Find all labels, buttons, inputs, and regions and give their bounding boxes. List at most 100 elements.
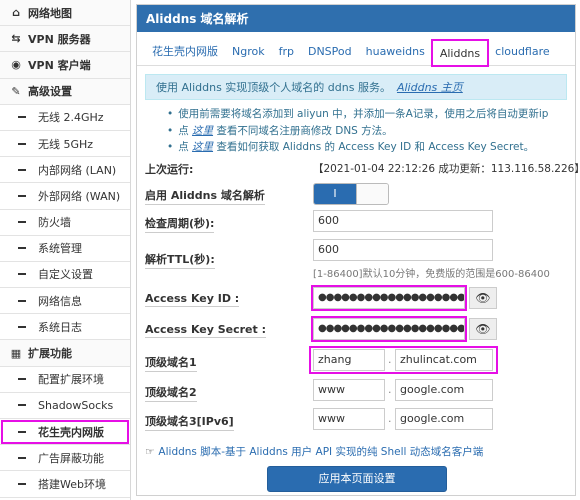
sidebar-item-label: 网络地图	[28, 6, 72, 20]
bullet-icon: •	[167, 141, 174, 153]
note-text: 点	[178, 124, 189, 137]
sidebar-item[interactable]: 系统管理	[0, 236, 130, 262]
domain3-domain-input[interactable]: google.com	[395, 408, 493, 430]
domain2-host-input[interactable]: www	[313, 379, 385, 401]
key-secret-row: Access Key Secret : ●●●●●●●●●●●●●●●●●●●●…	[145, 316, 569, 344]
sidebar-item[interactable]: 广告屏蔽功能	[0, 445, 130, 472]
sidebar-item-label: 网络信息	[38, 294, 82, 308]
info-text: 使用 Aliddns 实现顶级个人域名的 ddns 服务。	[156, 81, 391, 94]
sidebar-item[interactable]: 无线 5GHz	[0, 131, 130, 158]
dash-icon	[18, 221, 26, 224]
tab-item[interactable]: 花生壳内网版	[145, 39, 225, 65]
sidebar-item[interactable]: 系统日志	[0, 314, 130, 341]
sidebar-item[interactable]: ⇆ VPN 服务器	[0, 26, 130, 53]
tab-bar: 花生壳内网版 Ngrok frp DNSPod huaweidns Aliddns clou…	[137, 32, 575, 67]
show-password-button[interactable]: 👁	[469, 287, 497, 309]
sidebar-item-label: 外部网络 (WAN)	[38, 189, 121, 203]
dash-icon	[18, 273, 26, 276]
ttl-hint: [1-86400]默认10分钟，免费版的范围是600-86400	[313, 269, 550, 280]
note-text: 点	[178, 141, 189, 153]
sidebar: ⌂ 网络地图 ⇆ VPN 服务器 ◉ VPN 客户端 ✎ 高级设置无线 2.4GHz 无线 5G…	[0, 0, 131, 500]
dash-icon	[18, 194, 26, 197]
sidebar-item[interactable]: ⌂ 网络地图	[0, 0, 130, 27]
note-item: • 点 这里 查看不同域名注册商修改 DNS 方法。	[167, 123, 575, 140]
tab-item[interactable]: Aliddns	[430, 39, 490, 67]
info-banner: 使用 Aliddns 实现顶级个人域名的 ddns 服务。 Aliddns 主页	[145, 74, 567, 100]
sidebar-item[interactable]: ShadowSocks	[0, 393, 130, 419]
domain3-host-input[interactable]: www	[313, 408, 385, 430]
tab-item[interactable]: DNSPod	[301, 39, 359, 65]
last-run-row: 上次运行: 【2021-01-04 22:12:26 成功更新：113.116.…	[145, 161, 580, 179]
sidebar-item-label: 广告屏蔽功能	[38, 451, 104, 465]
interval-input[interactable]: 600	[313, 210, 493, 232]
domain-separator: .	[388, 412, 392, 425]
domain1-row: 顶级域名1 zhang . zhulincat.com	[145, 346, 569, 375]
globe-icon: ◉	[11, 58, 21, 72]
ttl-row: 解析TTL(秒): 600 [1-86400]默认10分钟，免费版的范围是600…	[145, 239, 569, 280]
sidebar-item-label: 防火墙	[38, 216, 71, 230]
sidebar-item-label: 内部网络 (LAN)	[38, 163, 117, 177]
sidebar-item-label: 系统管理	[38, 242, 82, 256]
domain-separator: .	[388, 353, 392, 366]
panel-title: Aliddns 域名解析	[137, 5, 575, 32]
sidebar-item-label: 高级设置	[28, 85, 72, 99]
sidebar-item[interactable]: ▦ 扩展功能	[0, 340, 130, 367]
sidebar-item[interactable]: 网络信息	[0, 288, 130, 315]
sidebar-item-label: 搭建Web环境	[38, 477, 106, 491]
sidebar-item-label: VPN 服务器	[28, 32, 91, 46]
sidebar-item[interactable]: 配置扩展环境	[0, 367, 130, 393]
notes-list: • 使用前需要将域名添加到 aliyun 中，并添加一条A记录，使用之后将自动更新…	[167, 106, 575, 156]
domain2-row: 顶级域名2 www . google.com	[145, 379, 569, 405]
enable-label: 启用 Aliddns 域名解析	[145, 187, 265, 205]
tab-item[interactable]: cloudflare	[488, 39, 557, 65]
sidebar-item-label: 无线 5GHz	[38, 137, 94, 151]
sidebar-item[interactable]: 防火墙	[0, 210, 130, 236]
sidebar-item-label: 配置扩展环境	[38, 373, 104, 387]
script-note-text[interactable]: Aliddns 脚本-基于 Aliddns 用户 API 实现的纯 Shell …	[158, 446, 483, 458]
sidebar-item[interactable]: 花生壳内网版	[0, 419, 130, 446]
domain2-label: 顶级域名2	[145, 384, 197, 402]
domain3-row: 顶级域名3[IPv6] www . google.com	[145, 408, 569, 434]
domain1-host-input[interactable]: zhang	[313, 349, 385, 371]
dash-icon	[18, 482, 26, 485]
eye-icon: 👁	[475, 291, 491, 305]
sidebar-item[interactable]: ✎ 高级设置	[0, 78, 130, 105]
note-text: 查看如何获取 Aliddns 的 Access Key ID 和 Access …	[216, 141, 535, 153]
domain-separator: .	[388, 383, 392, 396]
sidebar-item-label: 无线 2.4GHz	[38, 111, 104, 125]
dash-icon	[18, 116, 26, 119]
sidebar-item[interactable]: 自定义设置	[0, 262, 130, 289]
sidebar-item[interactable]: ◉ VPN 客户端	[0, 52, 130, 79]
dash-icon	[18, 325, 26, 328]
domain1-domain-input[interactable]: zhulincat.com	[395, 349, 493, 371]
key-id-row: Access Key ID : ●●●●●●●●●●●●●●●●●●●●●●●●…	[145, 285, 569, 313]
toggle-knob	[356, 184, 388, 204]
toggle-on-state: I	[314, 184, 356, 204]
tab-item[interactable]: frp	[272, 39, 301, 65]
sidebar-item[interactable]: 内部网络 (LAN)	[0, 157, 130, 184]
access-key-secret-input[interactable]: ●●●●●●●●●●●●●●●●●●●●●●●●●●●●●●	[311, 316, 467, 342]
sidebar-item-label: VPN 客户端	[28, 58, 91, 72]
eye-icon: 👁	[475, 322, 491, 336]
dns-help-link[interactable]: 这里	[192, 125, 213, 137]
aliddns-homepage-link[interactable]: Aliddns 主页	[397, 79, 463, 95]
note-item: • 点 这里 查看如何获取 Aliddns 的 Access Key ID 和 A…	[167, 139, 575, 156]
key-secret-label: Access Key Secret :	[145, 323, 267, 338]
note-item: • 使用前需要将域名添加到 aliyun 中，并添加一条A记录，使用之后将自动更新…	[167, 106, 575, 123]
sidebar-item-label: 自定义设置	[38, 268, 93, 282]
sidebar-item[interactable]: 搭建Web环境	[0, 471, 130, 498]
domain2-domain-input[interactable]: google.com	[395, 379, 493, 401]
show-password-button[interactable]: 👁	[469, 318, 497, 340]
key-help-link[interactable]: 这里	[192, 141, 213, 153]
sidebar-item[interactable]: 外部网络 (WAN)	[0, 183, 130, 210]
ttl-input[interactable]: 600	[313, 239, 493, 261]
home-icon: ⌂	[12, 6, 20, 20]
access-key-id-input[interactable]: ●●●●●●●●●●●●●●●●●●●●●●●●	[311, 285, 467, 311]
enable-toggle[interactable]: I	[313, 183, 389, 205]
apply-settings-button[interactable]: 应用本页面设置	[267, 466, 447, 492]
tab-item[interactable]: huaweidns	[359, 39, 432, 65]
sidebar-item[interactable]: 无线 2.4GHz	[0, 105, 130, 131]
enable-row: 启用 Aliddns 域名解析 I	[145, 183, 569, 209]
tab-item[interactable]: Ngrok	[225, 39, 272, 65]
vpn-server-icon: ⇆	[11, 32, 21, 46]
